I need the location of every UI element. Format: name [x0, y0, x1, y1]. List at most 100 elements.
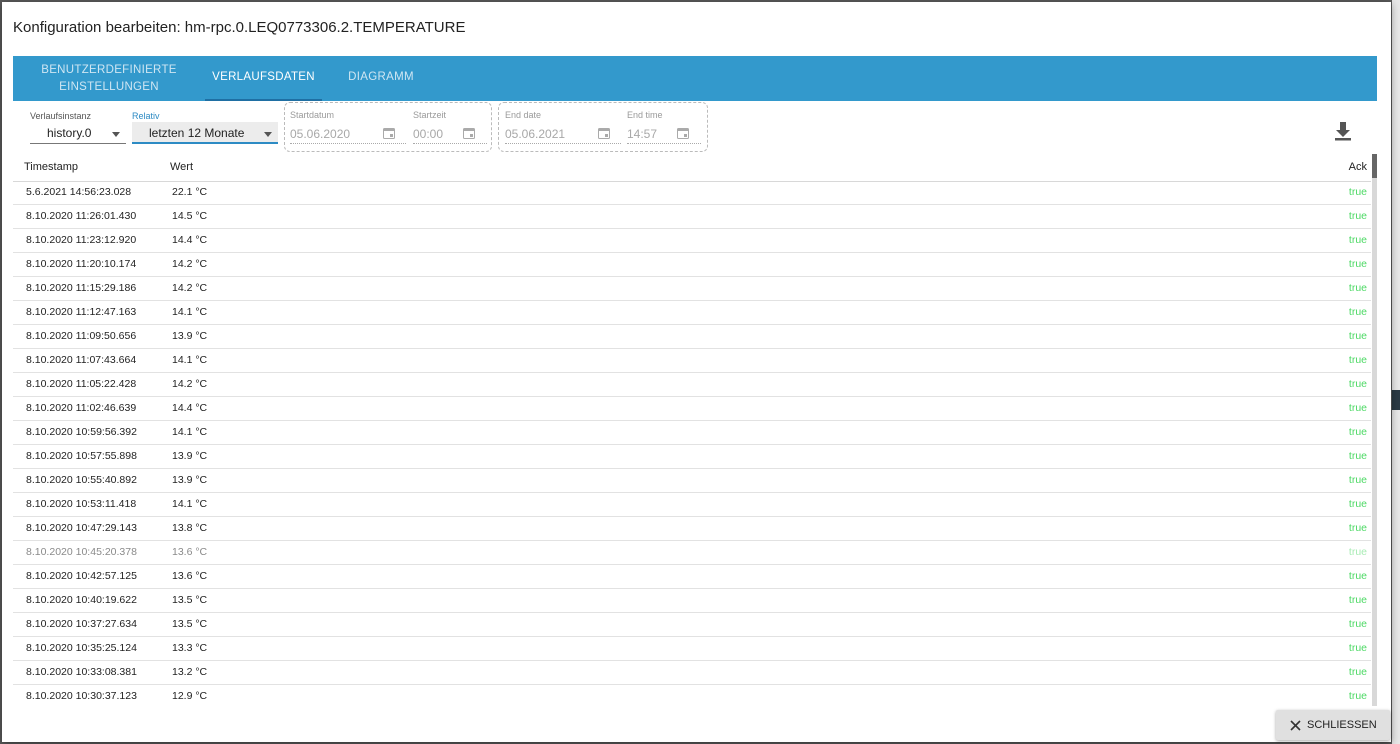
row-timestamp: 8.10.2020 10:59:56.392	[26, 426, 137, 438]
table-row[interactable]: 8.10.2020 11:07:43.664 14.1 °C true	[13, 349, 1371, 373]
header-timestamp[interactable]: Timestamp	[24, 161, 78, 173]
table-row[interactable]: 8.10.2020 10:33:08.381 13.2 °C true	[13, 661, 1371, 685]
row-value: 14.4 °C	[172, 402, 208, 414]
start-date-underline	[290, 143, 406, 144]
row-value: 14.1 °C	[172, 426, 208, 438]
instance-underline	[30, 143, 126, 144]
row-value: 14.1 °C	[172, 306, 208, 318]
row-value: 14.1 °C	[172, 498, 208, 510]
row-timestamp: 8.10.2020 10:35:25.124	[26, 642, 137, 654]
table-row[interactable]: 8.10.2020 10:45:20.378 13.6 °C true	[13, 541, 1371, 565]
row-ack: true	[1348, 402, 1367, 414]
row-value: 12.9 °C	[172, 690, 208, 702]
table-row[interactable]: 8.10.2020 11:02:46.639 14.4 °C true	[13, 397, 1371, 421]
table-row[interactable]: 8.10.2020 10:53:11.418 14.1 °C true	[13, 493, 1371, 517]
end-date-field[interactable]: 05.06.2021	[505, 124, 621, 144]
row-timestamp: 8.10.2020 10:55:40.892	[26, 474, 137, 486]
start-date-label: Startdatum	[290, 110, 335, 120]
table-row[interactable]: 8.10.2020 11:15:29.186 14.2 °C true	[13, 277, 1371, 301]
end-time-field[interactable]: 14:57	[627, 124, 701, 144]
start-time-value: 00:00	[413, 127, 444, 141]
instance-value: history.0	[47, 126, 92, 140]
calendar-icon[interactable]	[383, 127, 395, 139]
instance-label: Verlaufsinstanz	[30, 111, 92, 121]
row-timestamp: 8.10.2020 11:05:22.428	[26, 378, 137, 390]
tab-history-data[interactable]: VERLAUFSDATEN	[205, 56, 322, 101]
download-icon[interactable]	[1332, 120, 1354, 142]
table-row[interactable]: 8.10.2020 10:57:55.898 13.9 °C true	[13, 445, 1371, 469]
table-row[interactable]: 8.10.2020 10:37:27.634 13.5 °C true	[13, 613, 1371, 637]
row-timestamp: 8.10.2020 10:45:20.378	[26, 546, 137, 558]
tab-history-data-label: VERLAUFSDATEN	[212, 71, 315, 83]
row-value: 13.9 °C	[172, 474, 208, 486]
relative-select[interactable]: letzten 12 Monate	[132, 122, 278, 144]
dialog-title: Konfiguration bearbeiten: hm-rpc.0.LEQ07…	[13, 19, 466, 36]
row-ack: true	[1348, 474, 1367, 486]
table-row[interactable]: 8.10.2020 10:47:29.143 13.8 °C true	[13, 517, 1371, 541]
table-row[interactable]: 8.10.2020 11:12:47.163 14.1 °C true	[13, 301, 1371, 325]
row-timestamp: 8.10.2020 10:53:11.418	[26, 498, 137, 510]
start-date-field[interactable]: 05.06.2020	[290, 124, 406, 144]
row-ack: true	[1348, 618, 1367, 630]
table-row[interactable]: 8.10.2020 11:05:22.428 14.2 °C true	[13, 373, 1371, 397]
row-ack: true	[1348, 522, 1367, 534]
row-value: 13.6 °C	[172, 546, 208, 558]
row-ack: true	[1348, 354, 1367, 366]
end-time-value: 14:57	[627, 127, 658, 141]
close-button[interactable]: SCHLIESSEN	[1276, 710, 1390, 740]
row-ack: true	[1348, 690, 1367, 702]
row-timestamp: 8.10.2020 10:47:29.143	[26, 522, 137, 534]
tab-custom-settings[interactable]: BENUTZERDEFINIERTE EINSTELLUNGEN	[13, 56, 205, 101]
table-row[interactable]: 8.10.2020 11:20:10.174 14.2 °C true	[13, 253, 1371, 277]
row-ack: true	[1348, 450, 1367, 462]
row-timestamp: 8.10.2020 11:02:46.639	[26, 402, 137, 414]
table-body: 5.6.2021 14:56:23.028 22.1 °C true 8.10.202…	[13, 181, 1371, 706]
row-ack: true	[1348, 258, 1367, 270]
table-row[interactable]: 5.6.2021 14:56:23.028 22.1 °C true	[13, 181, 1371, 205]
table-row[interactable]: 8.10.2020 10:42:57.125 13.6 °C true	[13, 565, 1371, 589]
row-ack: true	[1348, 666, 1367, 678]
row-ack: true	[1348, 282, 1367, 294]
calendar-icon[interactable]	[463, 127, 475, 139]
calendar-icon[interactable]	[677, 127, 689, 139]
calendar-icon[interactable]	[598, 127, 610, 139]
header-ack[interactable]: Ack	[1349, 161, 1367, 173]
scrollbar-thumb[interactable]	[1372, 154, 1377, 178]
start-time-label: Startzeit	[413, 110, 447, 120]
table-row[interactable]: 8.10.2020 10:30:37.123 12.9 °C true	[13, 685, 1371, 706]
relative-value: letzten 12 Monate	[149, 126, 245, 140]
row-timestamp: 5.6.2021 14:56:23.028	[26, 186, 132, 198]
table-row[interactable]: 8.10.2020 10:40:19.622 13.5 °C true	[13, 589, 1371, 613]
end-date-value: 05.06.2021	[505, 127, 566, 141]
row-value: 14.2 °C	[172, 282, 208, 294]
row-value: 14.2 °C	[172, 258, 208, 270]
row-ack: true	[1348, 378, 1367, 390]
row-timestamp: 8.10.2020 10:42:57.125	[26, 570, 137, 582]
table-row[interactable]: 8.10.2020 10:55:40.892 13.9 °C true	[13, 469, 1371, 493]
close-icon	[1290, 719, 1301, 731]
instance-select[interactable]: history.0	[30, 122, 126, 144]
table-row[interactable]: 8.10.2020 11:23:12.920 14.4 °C true	[13, 229, 1371, 253]
row-value: 14.4 °C	[172, 234, 208, 246]
row-ack: true	[1348, 330, 1367, 342]
table-row[interactable]: 8.10.2020 11:26:01.430 14.5 °C true	[13, 205, 1371, 229]
background-window-edge	[1392, 0, 1400, 744]
row-timestamp: 8.10.2020 11:20:10.174	[26, 258, 137, 270]
tab-diagram[interactable]: DIAGRAMM	[322, 56, 440, 101]
table-row[interactable]: 8.10.2020 10:59:56.392 14.1 °C true	[13, 421, 1371, 445]
table-row[interactable]: 8.10.2020 11:09:50.656 13.9 °C true	[13, 325, 1371, 349]
row-value: 13.2 °C	[172, 666, 208, 678]
start-date-value: 05.06.2020	[290, 127, 351, 141]
table-row[interactable]: 8.10.2020 10:35:25.124 13.3 °C true	[13, 637, 1371, 661]
row-timestamp: 8.10.2020 11:07:43.664	[26, 354, 137, 366]
row-ack: true	[1348, 546, 1367, 558]
history-table: Timestamp Wert Ack 5.6.2021 14:56:23.028…	[13, 154, 1371, 706]
end-date-label: End date	[505, 110, 542, 120]
header-value[interactable]: Wert	[170, 161, 193, 173]
row-ack: true	[1348, 594, 1367, 606]
close-button-label: SCHLIESSEN	[1307, 719, 1377, 731]
start-time-field[interactable]: 00:00	[413, 124, 487, 144]
row-value: 13.5 °C	[172, 618, 208, 630]
row-value: 14.2 °C	[172, 378, 208, 390]
table-scrollbar[interactable]	[1372, 154, 1377, 706]
